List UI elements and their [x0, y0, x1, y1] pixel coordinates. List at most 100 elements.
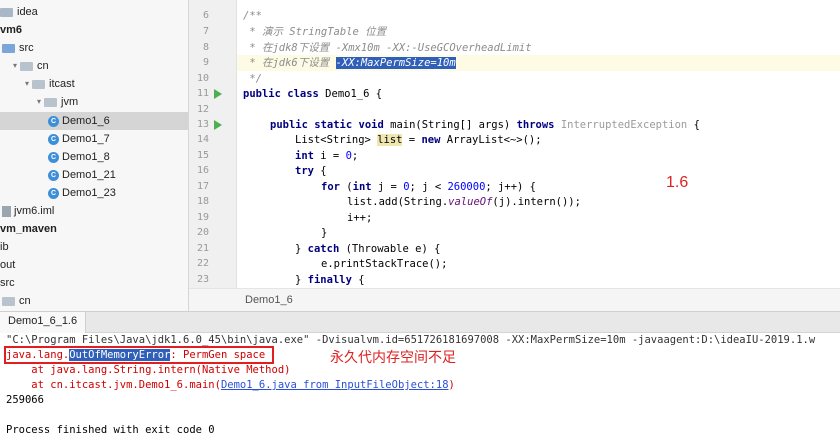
line-number: 11: [196, 88, 209, 99]
java-class-icon: C: [48, 115, 59, 127]
tree-item-label: src: [19, 42, 34, 55]
console-stack-line: at java.lang.String.intern(Native Method…: [6, 364, 291, 376]
tree-item[interactable]: C Demo1_6: [0, 112, 188, 130]
chevron-down-icon[interactable]: ▾: [10, 57, 20, 75]
console-stack-line: at cn.itcast.jvm.Demo1_6.main(Demo1_6.ja…: [6, 378, 455, 393]
line-number: 21: [196, 243, 209, 254]
variable-highlight: list: [377, 134, 403, 146]
folder-icon: [0, 7, 13, 17]
comment-text: * 在jdk6下设置: [243, 57, 336, 69]
code-text: e.printStackTrace();: [321, 258, 448, 270]
keyword: throws: [516, 119, 555, 131]
line-number: 6: [202, 10, 209, 21]
code-text: i++;: [347, 212, 373, 224]
tree-item-label: jvm6.iml: [14, 205, 55, 218]
code-text: }: [295, 274, 308, 286]
tree-item[interactable]: C Demo1_23: [0, 184, 116, 202]
error-text: at cn.itcast.jvm.Demo1_6.main(: [6, 379, 221, 391]
source-link[interactable]: Demo1_6.java from InputFileObject:18: [221, 379, 449, 391]
keyword: public class: [243, 88, 319, 100]
code-text: list.add(String.: [347, 196, 449, 208]
tree-item-label: jvm: [61, 96, 79, 109]
code-editor[interactable]: /** * 演示 StringTable 位置 * 在jdk8下设置 -Xmx1…: [237, 0, 840, 288]
code-text: (j).intern());: [492, 196, 581, 208]
keyword: new: [421, 134, 441, 146]
tree-item[interactable]: C Demo1_7: [0, 130, 110, 148]
line-number: 23: [196, 274, 209, 285]
java-class-icon: C: [48, 133, 59, 145]
code-line-18: list.add(String.valueOf(j).intern());: [347, 194, 581, 210]
code-text: ;: [351, 150, 359, 162]
code-text: i =: [313, 150, 346, 162]
line-number: 22: [196, 258, 209, 269]
code-text: }: [295, 243, 308, 255]
annotation-error: 永久代内存空间不足: [330, 349, 456, 365]
tree-item-label: Demo1_23: [62, 187, 116, 200]
tree-item-label: Demo1_7: [62, 133, 110, 146]
keyword: finally: [307, 274, 352, 286]
line-number: 20: [196, 227, 209, 238]
code-line-11: public class Demo1_6 {: [243, 86, 382, 102]
tree-item[interactable]: C Demo1_21: [0, 166, 116, 184]
tree-item[interactable]: C Demo1_8: [0, 148, 110, 166]
tree-item[interactable]: vm_maven: [0, 220, 57, 238]
line-number: 7: [202, 26, 209, 37]
code-text: (Throwable e) {: [339, 243, 441, 255]
code-line-15: int i = 0;: [295, 148, 358, 164]
code-line-19: i++;: [347, 210, 372, 226]
run-tab[interactable]: Demo1_6_1.6: [0, 312, 87, 333]
tree-item[interactable]: src: [0, 274, 15, 292]
console-output[interactable]: "C:\Program Files\Java\jdk1.6.0_45\bin\j…: [0, 333, 840, 439]
code-text: ArrayList<~>();: [440, 134, 542, 146]
tree-item[interactable]: idea: [0, 3, 38, 21]
run-icon[interactable]: [214, 89, 222, 99]
line-number: 12: [196, 104, 209, 115]
code-line-9: * 在jdk6下设置 -XX:MaxPermSize=10m: [237, 55, 840, 71]
code-line-16: try {: [295, 163, 327, 179]
code-text: Demo1_6 {: [318, 88, 383, 100]
code-line-14: List<String> list = new ArrayList<~>();: [295, 132, 542, 148]
tree-item-label: itcast: [49, 78, 75, 91]
package-icon: [2, 296, 15, 306]
tree-item[interactable]: ▾ cn: [0, 57, 49, 75]
line-number: 9: [202, 57, 209, 68]
tree-item-label: out: [0, 259, 16, 272]
comment-text: * 演示 StringTable 位置: [243, 26, 387, 38]
chevron-down-icon[interactable]: ▾: [22, 75, 32, 93]
tree-item-label: src: [0, 277, 15, 290]
code-text: {: [351, 274, 365, 286]
number-literal: 260000: [447, 181, 486, 193]
line-number: 17: [196, 181, 209, 192]
tree-item[interactable]: out: [0, 256, 15, 274]
tree-item-label: vm6: [0, 24, 23, 37]
tree-item-label: cn: [37, 60, 49, 73]
error-highlight-box: [4, 346, 274, 364]
tree-item-label: ib: [0, 241, 9, 254]
tree-item[interactable]: vm6: [0, 21, 22, 39]
editor-breadcrumb[interactable]: Demo1_6: [245, 294, 293, 306]
editor-breadcrumb-bar: Demo1_6: [189, 288, 840, 311]
code-line-17: for (int j = 0; j < 260000; j++) {: [321, 179, 536, 195]
tree-item[interactable]: cn: [0, 292, 31, 310]
tree-item[interactable]: jvm6.iml: [0, 202, 54, 220]
tree-item-label: Demo1_6: [62, 115, 110, 128]
java-class-icon: C: [48, 187, 59, 199]
tree-item[interactable]: src: [0, 39, 34, 57]
comment-text: * 在jdk8下设置 -Xmx10m -XX:-UseGCOverheadLim…: [243, 42, 532, 54]
package-icon: [20, 61, 33, 71]
chevron-down-icon[interactable]: ▾: [34, 93, 44, 111]
run-panel-header: Demo1_6_1.6: [0, 311, 840, 333]
tree-item[interactable]: ▾ itcast: [0, 75, 75, 93]
code-line-7: * 演示 StringTable 位置: [243, 24, 386, 40]
keyword: catch: [307, 243, 340, 255]
java-class-icon: C: [48, 151, 59, 163]
code-text: j =: [371, 181, 404, 193]
tree-item[interactable]: ▾ jvm: [0, 93, 78, 111]
file-icon: [2, 205, 11, 217]
run-icon[interactable]: [214, 120, 222, 130]
comment-text: /**: [243, 10, 262, 22]
package-icon: [44, 97, 57, 107]
tree-item[interactable]: ib: [0, 238, 9, 256]
editor-gutter: 6 7 8 9 10 11 12 13 14 15 16 17 18 19 20 21 22 23: [189, 0, 237, 288]
code-line-6: /**: [243, 8, 262, 24]
